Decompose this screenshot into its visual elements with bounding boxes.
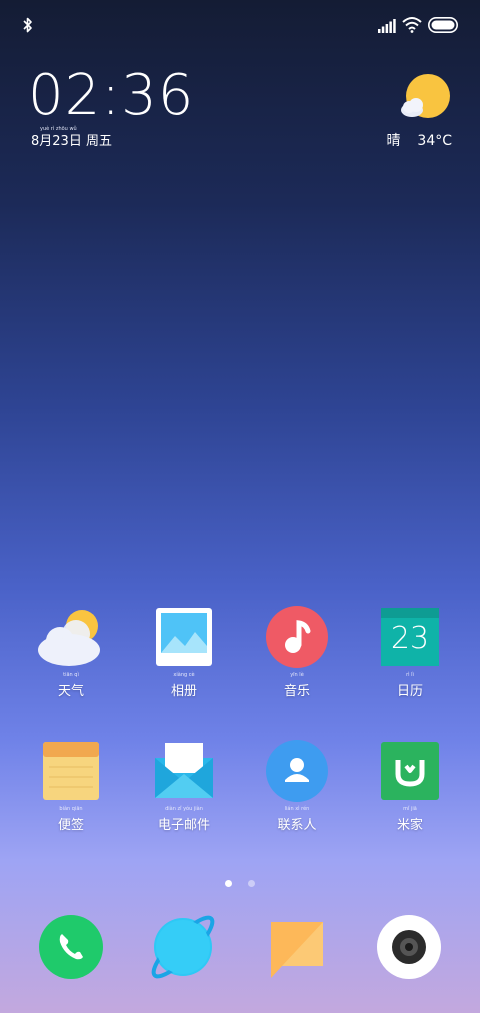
app-music[interactable]: yīn lè 音乐 bbox=[242, 606, 352, 700]
page-dot-active[interactable] bbox=[225, 880, 233, 887]
app-contacts[interactable]: lián xì rén 联系人 bbox=[242, 740, 352, 834]
weather-condition: 晴 bbox=[386, 133, 401, 149]
dock-messages[interactable] bbox=[262, 912, 332, 982]
dock-camera[interactable] bbox=[374, 912, 444, 982]
dock-phone[interactable] bbox=[36, 912, 106, 982]
app-label: 联系人 bbox=[277, 818, 317, 833]
weather-widget[interactable]: 晴 34°C bbox=[387, 72, 454, 152]
weather-icon bbox=[38, 606, 104, 672]
status-bar bbox=[0, 0, 480, 50]
messages-icon bbox=[271, 922, 323, 978]
app-email[interactable]: diàn zǐ yóu jiàn 电子邮件 bbox=[129, 740, 239, 834]
dock-browser[interactable] bbox=[148, 912, 218, 982]
lockscreen-time[interactable]: 02:36 bbox=[28, 66, 194, 126]
app-label: 天气 bbox=[57, 684, 84, 699]
app-label: 日历 bbox=[396, 684, 423, 699]
app-pinyin: tiān qì bbox=[63, 672, 79, 678]
app-notes[interactable]: biàn qiān 便签 bbox=[16, 740, 126, 834]
lockscreen-date[interactable]: 8月23日 周五 bbox=[31, 130, 112, 149]
page-indicator[interactable] bbox=[0, 872, 480, 891]
app-label: 相册 bbox=[170, 684, 197, 699]
app-pinyin: rì lì bbox=[406, 672, 414, 678]
calendar-icon: 23 bbox=[377, 606, 443, 672]
app-pinyin: diàn zǐ yóu jiàn bbox=[165, 806, 203, 812]
app-pinyin: yīn lè bbox=[290, 672, 304, 678]
sun-cloud-icon bbox=[401, 74, 450, 118]
phone-icon bbox=[39, 915, 103, 979]
bluetooth-icon bbox=[23, 17, 32, 33]
app-label: 便签 bbox=[57, 818, 84, 833]
app-pinyin: mǐ jiā bbox=[403, 806, 417, 812]
app-pinyin: lián xì rén bbox=[284, 806, 310, 812]
cellular-signal-icon bbox=[378, 19, 396, 33]
gallery-icon bbox=[151, 606, 217, 672]
wifi-icon bbox=[402, 17, 422, 33]
app-label: 音乐 bbox=[283, 684, 310, 699]
camera-icon bbox=[377, 915, 441, 979]
app-gallery[interactable]: xiàng cè 相册 bbox=[129, 606, 239, 700]
app-label: 电子邮件 bbox=[157, 818, 210, 833]
weather-summary: 晴 34°C bbox=[387, 130, 453, 150]
contacts-icon bbox=[264, 740, 330, 806]
email-icon bbox=[151, 740, 217, 806]
app-mi-home[interactable]: mǐ jiā 米家 bbox=[355, 740, 465, 834]
app-pinyin: xiàng cè bbox=[173, 672, 195, 678]
calendar-day-number: 23 bbox=[391, 621, 429, 656]
app-pinyin: biàn qiān bbox=[59, 806, 83, 812]
music-icon bbox=[264, 606, 330, 672]
battery-icon bbox=[428, 17, 458, 33]
notes-icon bbox=[38, 740, 104, 806]
dock bbox=[0, 912, 480, 984]
app-label: 米家 bbox=[396, 818, 423, 833]
app-weather[interactable]: tiān qì 天气 bbox=[16, 606, 126, 700]
app-calendar[interactable]: 23 rì lì 日历 bbox=[355, 606, 465, 700]
weather-temperature: 34°C bbox=[417, 133, 452, 149]
page-dot[interactable] bbox=[247, 880, 255, 887]
mi-home-icon bbox=[377, 740, 443, 806]
browser-icon bbox=[151, 915, 215, 979]
